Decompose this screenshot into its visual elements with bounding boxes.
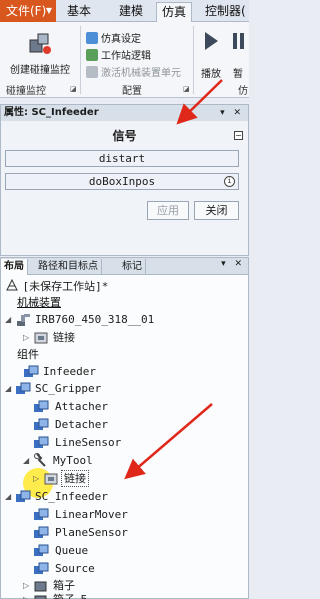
component-icon <box>34 526 49 538</box>
collapse-arrow-icon[interactable]: ◢ <box>23 452 29 470</box>
attacher-label: Attacher <box>55 400 108 413</box>
component-icon <box>34 418 49 430</box>
play-group-label: 仿 <box>238 86 248 97</box>
properties-panel: 属性: SC_Infeeder ▾ ✕ 信号 − distart doBoxIn… <box>0 104 249 256</box>
collapse-icon[interactable]: − <box>234 131 243 140</box>
part-icon <box>34 581 47 592</box>
properties-title: 属性: SC_Infeeder <box>4 107 99 118</box>
tab-simulation[interactable]: 仿真 <box>156 2 193 22</box>
component-icon <box>34 544 49 556</box>
info-icon[interactable]: i <box>224 176 235 187</box>
mechanism-unit-icon <box>86 65 98 78</box>
mechanisms-section: 机械装置 <box>17 296 61 309</box>
play-label: 播放 <box>201 69 221 80</box>
apply-button[interactable]: 应用 <box>147 201 189 220</box>
smart-component-icon <box>16 382 31 394</box>
properties-title-bar: 属性: SC_Infeeder ▾ ✕ <box>1 105 248 121</box>
config-group-launcher-icon[interactable]: ◪ <box>183 85 190 93</box>
play-button[interactable]: 播放 <box>198 30 224 80</box>
signal-field-doboxinpos[interactable]: doBoxInpos i <box>5 173 239 190</box>
station-logic-button[interactable]: 工作站逻辑 <box>86 47 151 62</box>
config-group-label: 配置 <box>122 86 142 97</box>
activate-mechanism-unit-button[interactable]: 激活机械装置单元 <box>86 64 181 79</box>
component-icon <box>24 365 39 377</box>
collapse-arrow-icon[interactable]: ◢ <box>5 488 11 506</box>
collision-group-launcher-icon[interactable]: ◪ <box>70 85 77 93</box>
play-icon <box>205 32 218 50</box>
component-icon <box>34 400 49 412</box>
source-label: Source <box>55 562 95 575</box>
tab-file[interactable]: 文件(F) ▼ <box>0 0 56 22</box>
sc-infeeder-label: SC_Infeeder <box>35 490 108 503</box>
collapse-arrow-icon[interactable]: ◢ <box>5 380 11 398</box>
components-section: 组件 <box>17 348 39 361</box>
link-label: 链接 <box>61 470 89 487</box>
component-icon <box>34 436 49 448</box>
signal-value: distart <box>98 152 146 165</box>
close-button[interactable]: 关闭 <box>194 201 239 220</box>
tab-layout[interactable]: 布局 <box>1 259 28 275</box>
tab-paths-targets[interactable]: 路径和目标点 <box>35 259 102 275</box>
station-logic-label: 工作站逻辑 <box>101 51 151 62</box>
collision-monitor-icon <box>29 33 51 54</box>
expand-arrow-icon[interactable]: ▷ <box>23 591 29 599</box>
component-icon <box>34 562 49 574</box>
infeeder-label: Infeeder <box>43 365 96 378</box>
group-separator <box>193 26 194 94</box>
link-label: 链接 <box>53 331 75 344</box>
layout-panel: 布局 路径和目标点 标记 ▾ ✕ [未保存工作站]* 机械装置 ◢ IRB760… <box>0 257 249 599</box>
ribbon: 文件(F) ▼ 基本 建模 仿真 控制器( 创建碰撞监控 碰撞监控 ◪ 仿真设定 … <box>0 0 249 98</box>
signal-value: doBoxInpos <box>88 175 156 188</box>
expand-arrow-icon[interactable]: ▷ <box>33 470 39 488</box>
mytool-label: MyTool <box>53 454 93 467</box>
smart-component-icon <box>16 490 31 502</box>
activate-mechanism-unit-label: 激活机械装置单元 <box>101 68 181 79</box>
pause-label: 暂 <box>233 69 243 80</box>
signals-header: 信号 <box>112 129 137 143</box>
panel-controls[interactable]: ▾ ✕ <box>221 259 245 269</box>
tab-controller[interactable]: 控制器( <box>200 2 251 22</box>
create-collision-monitor-button[interactable]: 创建碰撞监控 <box>4 30 76 76</box>
station-logic-icon <box>86 48 98 61</box>
simulation-settings-button[interactable]: 仿真设定 <box>86 30 141 45</box>
tab-tags[interactable]: 标记 <box>119 259 146 275</box>
expand-arrow-icon[interactable]: ▷ <box>23 329 29 347</box>
sc-gripper-label: SC_Gripper <box>35 382 102 395</box>
station-title: [未保存工作站]* <box>22 280 109 293</box>
collapse-arrow-icon[interactable]: ◢ <box>5 311 11 329</box>
signal-field-distart[interactable]: distart <box>5 150 239 167</box>
robot-name: IRB760_450_318__01 <box>35 313 155 326</box>
queue-label: Queue <box>55 544 89 557</box>
robot-icon <box>17 314 30 326</box>
layout-tabs: 布局 路径和目标点 标记 ▾ ✕ <box>1 258 248 275</box>
ribbon-tabs: 文件(F) ▼ 基本 建模 仿真 控制器( <box>0 0 249 22</box>
simulation-settings-icon <box>86 31 98 44</box>
part-icon <box>34 595 47 599</box>
detacher-label: Detacher <box>55 418 108 431</box>
panel-controls[interactable]: ▾ ✕ <box>220 105 244 121</box>
component-icon <box>34 508 49 520</box>
tool-icon <box>34 453 46 467</box>
simulation-settings-label: 仿真设定 <box>101 34 141 45</box>
group-separator <box>80 26 81 94</box>
tab-modeling[interactable]: 建模 <box>114 2 148 22</box>
create-collision-monitor-label: 创建碰撞监控 <box>10 65 70 76</box>
planesensor-label: PlaneSensor <box>55 526 128 539</box>
link-icon <box>44 473 58 485</box>
tab-basic[interactable]: 基本 <box>62 2 96 22</box>
collision-group-label: 碰撞监控 <box>6 86 46 97</box>
linearmover-label: LinearMover <box>55 508 128 521</box>
station-icon <box>6 278 18 291</box>
linesensor-label: LineSensor <box>55 436 122 449</box>
pause-icon <box>233 33 244 49</box>
pause-button[interactable]: 暂 <box>228 30 248 80</box>
link-icon <box>34 332 48 344</box>
box-5-label: 箱子_5 <box>53 591 88 599</box>
